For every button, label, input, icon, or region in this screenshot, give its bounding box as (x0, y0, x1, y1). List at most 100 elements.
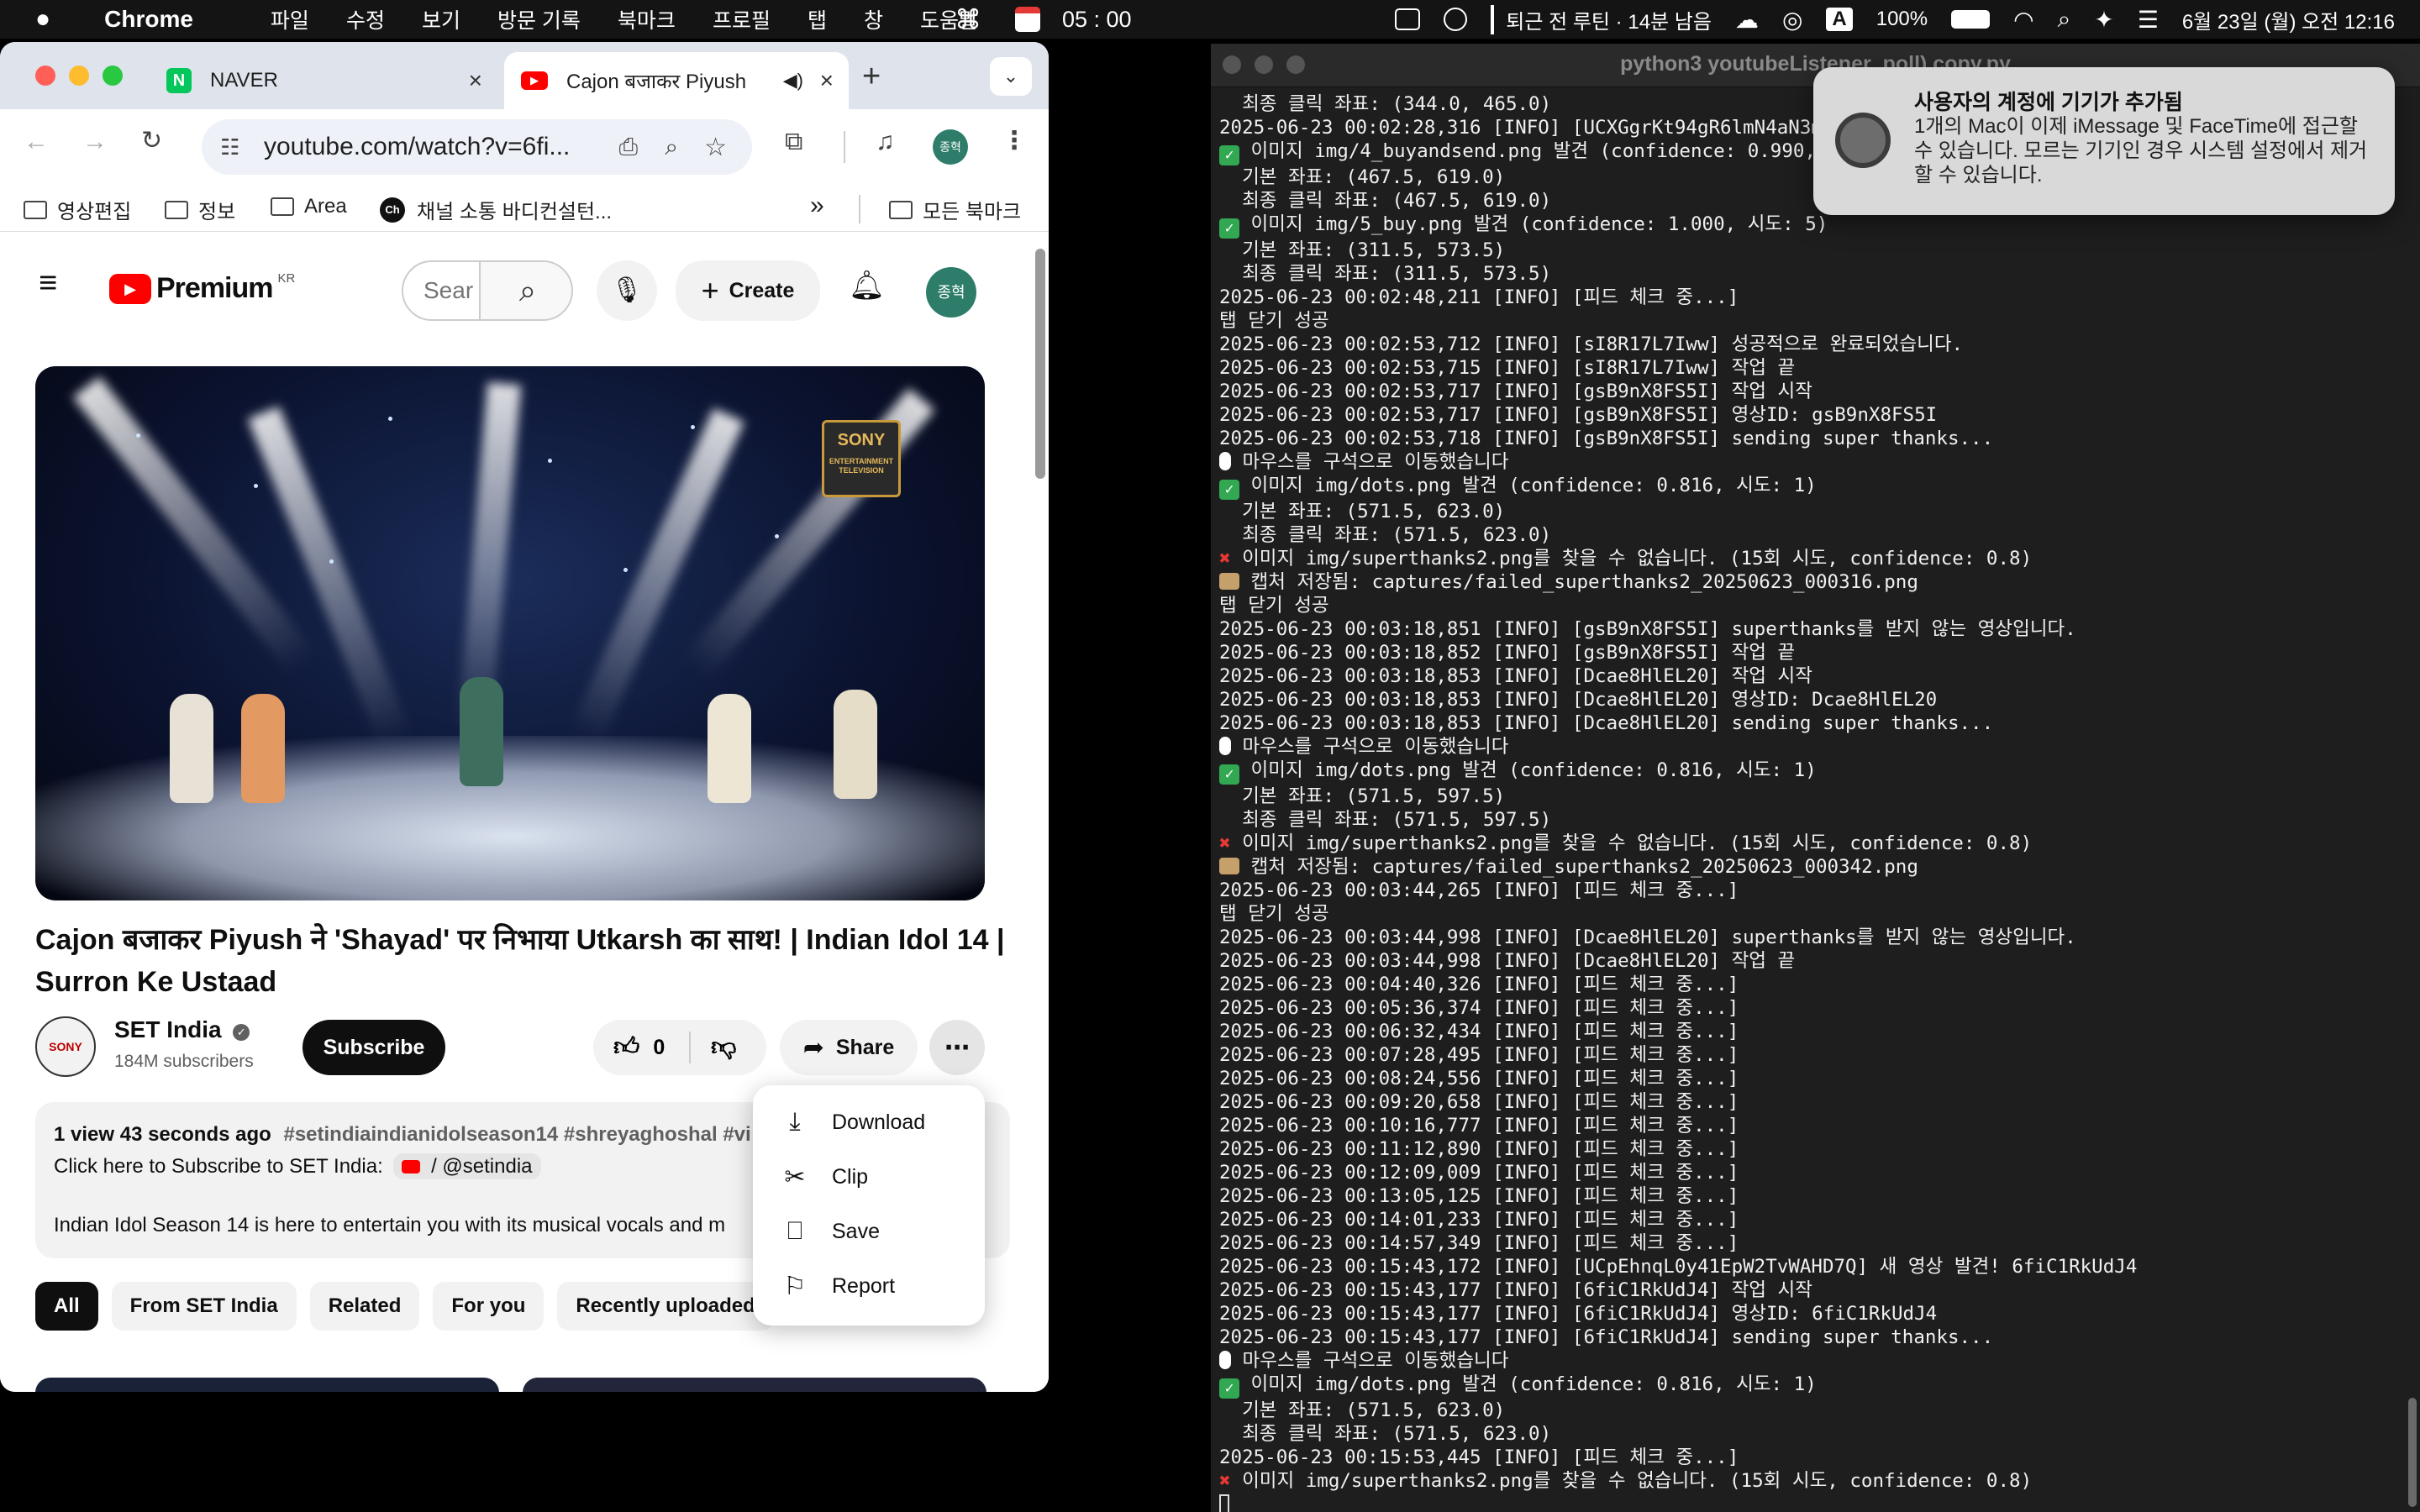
notifications-bell-icon[interactable]: 🔔︎ (849, 269, 885, 302)
app-extra-icon[interactable]: ✦ (2094, 6, 2113, 34)
menu-app-name[interactable]: Chrome (104, 6, 193, 33)
like-button[interactable]: 👍︎ 0 (593, 1032, 689, 1063)
menu-item-save[interactable]: ⎕ Save (753, 1205, 985, 1258)
sparkle (623, 568, 628, 572)
input-source-icon[interactable]: A (1826, 8, 1853, 31)
menu-item-clip[interactable]: ✂ Clip (753, 1150, 985, 1204)
close-window-button[interactable] (35, 66, 55, 86)
related-thumbnail[interactable] (523, 1378, 986, 1392)
bookmark-star-icon[interactable]: ☆ (704, 133, 727, 162)
command-icon[interactable]: ⌘ (955, 3, 981, 35)
close-tab-icon[interactable]: × (820, 67, 834, 94)
terminal-output[interactable]: 최종 클릭 좌표: (344.0, 465.0) 2025-06-23 00:02… (1219, 92, 2412, 1512)
reload-icon[interactable]: ↻ (141, 126, 162, 155)
site-info-icon[interactable]: ☷ (220, 134, 239, 160)
tab-youtube[interactable]: ▶ Cajon बजाकर Piyush ◀) × (504, 52, 849, 109)
account-avatar[interactable]: 종혁 (926, 267, 976, 318)
dislike-button[interactable]: 👎︎ (691, 1032, 736, 1063)
menu-profile[interactable]: 프로필 (713, 4, 771, 34)
channel-link[interactable]: / @setindia (393, 1153, 541, 1179)
bookmark-link[interactable]: Ch 채널 소통 바디컨설턴... (380, 195, 612, 224)
all-bookmarks-folder[interactable]: 모든 북마크 (889, 195, 1021, 224)
create-button[interactable]: + Create (676, 260, 820, 321)
terminal-line-text: 2025-06-23 00:02:53,712 [INFO] [sI8R17L7… (1219, 333, 1964, 355)
stage-manager-icon[interactable] (1395, 8, 1421, 30)
tab-naver[interactable]: N NAVER × (150, 52, 497, 109)
chip-recently-uploaded[interactable]: Recently uploaded (557, 1282, 774, 1331)
menu-view[interactable]: 보기 (422, 4, 460, 34)
battery-icon[interactable] (1951, 10, 1991, 29)
video-player[interactable]: SONY ENTERTAINMENT TELEVISION (35, 366, 985, 900)
speaker-icon[interactable]: ◀) (783, 70, 803, 92)
back-icon[interactable]: ← (24, 128, 49, 156)
menu-bookmarks[interactable]: 북마크 (618, 4, 676, 34)
terminal-line: 2025-06-23 00:09:20,658 [INFO] [피드 체크 중.… (1219, 1090, 2412, 1114)
calendar-icon[interactable] (1015, 7, 1040, 32)
share-button[interactable]: ➦ Share (780, 1020, 918, 1075)
tab-search-button[interactable]: ⌄ (990, 57, 1032, 96)
performer (460, 677, 503, 786)
install-icon[interactable]: ⎙ (619, 134, 638, 161)
subscriber-count: 184M subscribers (114, 1052, 254, 1071)
youtube-logo[interactable]: ▶ Premium KR (109, 271, 295, 305)
bookmark-folder[interactable]: 영상편집 (24, 195, 131, 224)
bookmarks-overflow-icon[interactable]: » (810, 192, 824, 220)
hamburger-menu-icon[interactable]: ≡ (39, 265, 57, 302)
maximize-window-button[interactable] (103, 66, 123, 86)
related-thumbnail[interactable] (35, 1378, 499, 1392)
terminal-line-text: 2025-06-23 00:15:43,177 [INFO] [6fiC1RkU… (1219, 1303, 1938, 1325)
chip-for-you[interactable]: For you (433, 1282, 544, 1331)
terminal-scrollbar[interactable] (2408, 1398, 2417, 1507)
timer-text[interactable]: 05 : 00 (1062, 7, 1132, 33)
page-scrollbar[interactable] (1035, 249, 1045, 479)
minimize-window-button[interactable] (69, 66, 89, 86)
airdrop-icon[interactable]: ◎ (1782, 6, 1802, 34)
terminal-line-text: 2025-06-23 00:03:18,852 [INFO] [gsB9nX8F… (1219, 642, 1796, 664)
search-icon[interactable]: ⌕ (2058, 6, 2071, 34)
menu-item-download[interactable]: ⤓ Download (753, 1095, 985, 1149)
chip-related[interactable]: Related (309, 1282, 420, 1331)
bookmark-folder[interactable]: 정보 (165, 195, 235, 224)
media-control-icon[interactable]: ♫ (876, 128, 895, 156)
extensions-icon[interactable]: ⧉ (785, 128, 802, 156)
system-notification[interactable]: 사용자의 계정에 기기가 추가됨 1개의 Mac이 이제 iMessage 및 … (1813, 67, 2395, 215)
wifi-icon[interactable]: ◠ (2013, 6, 2033, 34)
weather-icon[interactable]: ☁ (1735, 6, 1759, 34)
terminal-line: 2025-06-23 00:15:43,172 [INFO] [UCpEhnqL… (1219, 1255, 2412, 1278)
menu-file[interactable]: 파일 (271, 4, 309, 34)
terminal-line-text: 2025-06-23 00:03:18,853 [INFO] [Dcae8HlE… (1219, 712, 1994, 734)
menu-window[interactable]: 창 (864, 4, 883, 34)
chip-all[interactable]: All (35, 1282, 98, 1331)
voice-search-button[interactable]: 🎙︎ (597, 260, 657, 321)
more-actions-button[interactable]: ⋯ (929, 1020, 985, 1075)
close-tab-icon[interactable]: × (469, 67, 482, 94)
clock-text[interactable]: 6월 23일 (월) 오전 12:16 (2182, 5, 2395, 34)
reminder-text[interactable]: 퇴근 전 루틴 · 14분 남음 (1491, 4, 1712, 34)
play-icon[interactable] (1444, 8, 1468, 31)
like-count: 0 (653, 1035, 666, 1059)
menu-tab[interactable]: 탭 (808, 4, 827, 34)
bookmark-folder[interactable]: Area (271, 195, 347, 218)
performer (708, 694, 751, 803)
zoom-icon[interactable]: ⌕ (665, 134, 678, 161)
subscribe-button[interactable]: Subscribe (302, 1020, 445, 1075)
stage-light (570, 408, 744, 744)
new-tab-button[interactable]: + (862, 59, 881, 95)
channel-avatar[interactable]: SONY (35, 1016, 96, 1077)
menu-edit[interactable]: 수정 (346, 4, 385, 34)
forward-icon[interactable]: → (82, 128, 108, 156)
search-button[interactable]: ⌕ (479, 262, 571, 319)
control-center-icon[interactable]: ☰ (2138, 6, 2159, 34)
chip-from-set-india[interactable]: From SET India (111, 1282, 297, 1331)
tab-strip: N NAVER × ▶ Cajon बजाकर Piyush ◀) × + ⌄ (0, 42, 1049, 109)
search-input[interactable] (403, 262, 479, 319)
address-bar[interactable]: ☷ youtube.com/watch?v=6fi... ⎙ ⌕ ☆ (202, 119, 752, 175)
hashtags[interactable]: #setindiaindianidolseason14 #shreyaghosh… (283, 1123, 750, 1146)
channel-name[interactable]: SET India ✓ (114, 1016, 250, 1043)
apple-icon[interactable]: ● (35, 5, 50, 34)
menu-item-report[interactable]: ⚐ Report (753, 1259, 985, 1313)
menu-history[interactable]: 방문 기록 (497, 4, 581, 34)
terminal-line: 2025-06-23 00:04:40,326 [INFO] [피드 체크 중.… (1219, 973, 2412, 996)
profile-avatar[interactable]: 종혁 (933, 129, 968, 165)
menu-kebab-icon[interactable]: ⋮ (1002, 126, 1027, 155)
